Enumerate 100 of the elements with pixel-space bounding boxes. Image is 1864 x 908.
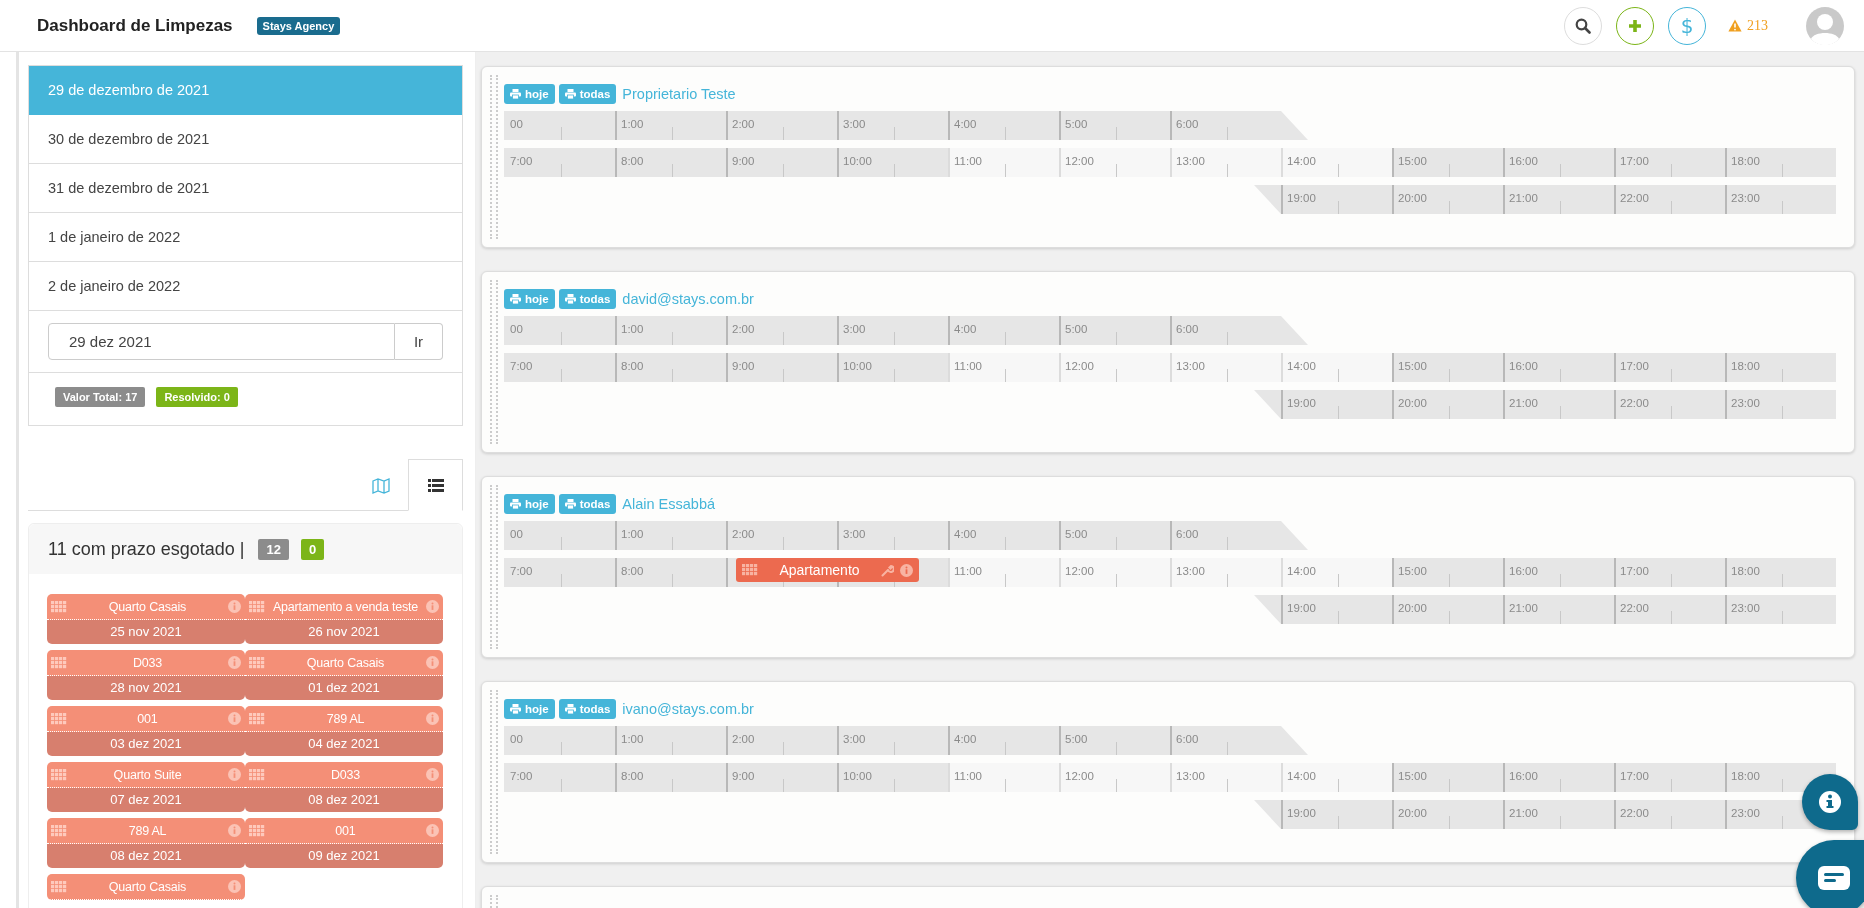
grid-icon [249, 712, 265, 725]
time-slot: 5:00 [1059, 111, 1170, 140]
chat-icon [1818, 866, 1850, 890]
info-icon[interactable] [228, 824, 241, 837]
drag-handle[interactable] [490, 280, 498, 444]
owner-link[interactable]: david@stays.com.br [622, 291, 754, 307]
print-button[interactable]: todas [558, 699, 617, 719]
task-name: D033 [131, 655, 164, 670]
grid-icon [249, 656, 265, 669]
time-slot: 21:00 [1503, 595, 1614, 624]
date-item[interactable]: 31 de dezembro de 2021 [29, 164, 462, 213]
task-date: 08 dez 2021 [245, 788, 443, 812]
date-item[interactable]: 29 de dezembro de 2021 [29, 66, 462, 115]
time-slot: 5:00 [1059, 316, 1170, 345]
grid-icon [249, 600, 265, 613]
time-slot: 20:00 [1392, 800, 1503, 829]
drag-handle[interactable] [490, 690, 498, 854]
time-slot: 14:00 [1281, 148, 1392, 177]
total-badge: Resolvido: 0 [156, 387, 238, 407]
time-slot: 15:00 [1392, 558, 1503, 587]
time-slot: 6:00 [1170, 316, 1281, 345]
owner-link[interactable]: ivano@stays.com.br [622, 701, 754, 717]
time-slot: 23:00 [1725, 595, 1836, 624]
task-name: 789 AL [325, 711, 366, 726]
task-date: 08 dez 2021 [47, 844, 245, 868]
time-slot: 17:00 [1614, 558, 1725, 587]
time-slot: 11:00 [948, 148, 1059, 177]
task-date: 28 nov 2021 [47, 676, 245, 700]
printer-icon [510, 499, 521, 509]
info-icon[interactable] [426, 600, 439, 613]
info-icon[interactable] [228, 712, 241, 725]
time-slot: 9:00 [726, 353, 837, 382]
date-item[interactable]: 1 de janeiro de 2022 [29, 213, 462, 262]
date-item[interactable]: 30 de dezembro de 2021 [29, 115, 462, 164]
print-button[interactable]: todas [558, 289, 617, 309]
alerts-button[interactable]: 213 [1728, 17, 1768, 34]
drag-handle[interactable] [490, 75, 498, 239]
task-date: 04 dez 2021 [245, 732, 443, 756]
date-field[interactable]: 29 dez 2021 [48, 323, 395, 360]
chat-button[interactable] [1796, 840, 1864, 908]
search-icon [1575, 17, 1591, 34]
time-slot: 11:00 [948, 353, 1059, 382]
money-button[interactable]: $ [1668, 6, 1706, 45]
info-icon[interactable] [228, 656, 241, 669]
grid-icon [249, 824, 265, 837]
print-button[interactable]: hoje [504, 84, 555, 104]
time-slot: 10:00 [837, 763, 948, 792]
print-button[interactable]: hoje [504, 289, 555, 309]
info-icon[interactable] [228, 600, 241, 613]
info-icon[interactable] [900, 563, 913, 577]
date-item[interactable]: 2 de janeiro de 2022 [29, 262, 462, 311]
overdue-title: 11 com prazo esgotado | [48, 538, 245, 560]
owner-link[interactable]: Alain Essabbá [622, 496, 715, 512]
time-slot: 13:00 [1170, 558, 1281, 587]
go-button[interactable]: Ir [395, 323, 443, 360]
info-icon[interactable] [228, 768, 241, 781]
info-icon[interactable] [426, 824, 439, 837]
avatar-icon[interactable] [1806, 6, 1844, 45]
time-slot: 7:00 [504, 763, 615, 792]
grid-icon [51, 768, 67, 781]
task-date: 07 dez 2021 [47, 788, 245, 812]
task-name: D033 [329, 767, 362, 782]
info-icon[interactable] [228, 880, 241, 893]
time-slot: 6:00 [1170, 111, 1281, 140]
time-slot: 21:00 [1503, 390, 1614, 419]
task-tile[interactable]: Quarto Casais [47, 874, 245, 900]
time-slot: 7:00 [504, 558, 615, 587]
list-tab[interactable] [408, 459, 463, 511]
time-slot: 00 [504, 726, 615, 755]
info-icon[interactable] [426, 768, 439, 781]
time-slot: 16:00 [1503, 763, 1614, 792]
time-slot: 2:00 [726, 726, 837, 755]
drag-handle[interactable] [490, 485, 498, 649]
time-slot: 19:00 [1281, 800, 1392, 829]
grid-icon [742, 564, 758, 576]
time-slot: 17:00 [1614, 353, 1725, 382]
info-icon[interactable] [426, 656, 439, 669]
wrench-icon[interactable] [881, 563, 894, 577]
task-name: Quarto Casais [305, 655, 386, 670]
search-button[interactable] [1564, 6, 1602, 45]
time-slot: 12:00 [1059, 558, 1170, 587]
print-button[interactable]: hoje [504, 699, 555, 719]
time-slot: 15:00 [1392, 353, 1503, 382]
time-slot: 13:00 [1170, 763, 1281, 792]
task-date: 03 dez 2021 [47, 732, 245, 756]
print-button[interactable]: todas [558, 84, 617, 104]
time-slot: 19:00 [1281, 595, 1392, 624]
print-button[interactable]: hoje [504, 494, 555, 514]
time-slot: 19:00 [1281, 185, 1392, 214]
time-slot: 8:00 [615, 763, 726, 792]
info-icon[interactable] [426, 712, 439, 725]
time-slot: 23:00 [1725, 185, 1836, 214]
time-slot: 00 [504, 521, 615, 550]
grid-icon [51, 824, 67, 837]
time-slot: 18:00 [1725, 148, 1836, 177]
add-button[interactable] [1616, 6, 1654, 45]
task-chip[interactable]: Apartamento [736, 558, 919, 582]
print-button[interactable]: todas [558, 494, 617, 514]
owner-link[interactable]: Proprietario Teste [622, 86, 736, 102]
printer-icon [564, 294, 576, 304]
